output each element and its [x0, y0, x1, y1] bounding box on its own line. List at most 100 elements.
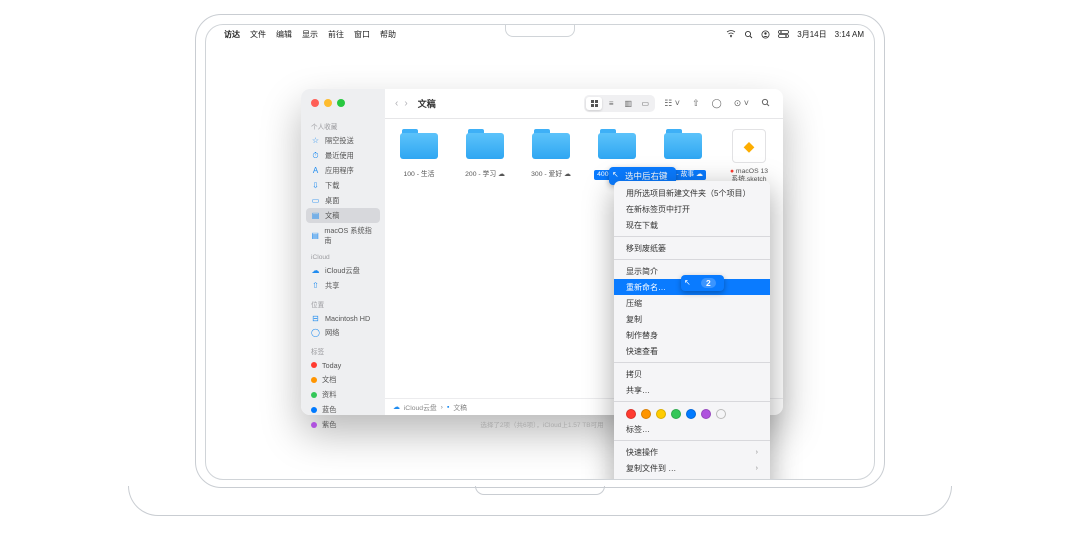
view-list-button[interactable]: ≡ — [603, 97, 619, 110]
window-controls — [301, 97, 385, 115]
tag-color[interactable] — [686, 409, 696, 419]
search-icon[interactable] — [744, 30, 753, 39]
sidebar-item[interactable]: ⇧ 共享 — [301, 278, 385, 293]
sidebar-item[interactable]: ▭桌面 — [301, 193, 385, 208]
sidebar-item-icon: ⊟ — [311, 314, 320, 323]
sidebar-item[interactable]: ⏱最近使用 — [301, 148, 385, 163]
folder-item[interactable]: 300 - 爱好 ☁︎ — [525, 129, 577, 181]
tag-button[interactable]: ◯ — [709, 98, 725, 109]
wifi-icon[interactable] — [726, 30, 736, 38]
path-root[interactable]: iCloud云盘 — [404, 402, 437, 412]
menu-window[interactable]: 窗口 — [354, 29, 370, 40]
share-button[interactable]: ⇧ — [689, 98, 703, 109]
search-button[interactable] — [758, 98, 773, 109]
context-menu-item[interactable]: 快速操作› — [614, 444, 770, 460]
tag-color[interactable] — [701, 409, 711, 419]
tag-color[interactable] — [626, 409, 636, 419]
context-menu-item[interactable]: 复制文件到 …› — [614, 460, 770, 476]
tag-color[interactable] — [641, 409, 651, 419]
context-menu-item[interactable]: 压缩 — [614, 295, 770, 311]
tag-dot-icon — [311, 362, 317, 368]
tag-color[interactable] — [656, 409, 666, 419]
tag-dot-icon — [311, 377, 317, 383]
view-gallery-button[interactable]: ▭ — [637, 97, 653, 110]
app-menu[interactable]: 访达 — [224, 29, 240, 40]
sidebar-item-label: Macintosh HD — [325, 314, 370, 323]
file-item[interactable]: ● macOS 13 系统.sketch — [723, 129, 775, 186]
menubar-time[interactable]: 3:14 AM — [835, 30, 864, 39]
folder-name: 200 - 学习 ☁︎ — [462, 170, 508, 180]
folder-icon — [532, 129, 570, 159]
view-column-button[interactable]: ▥ — [620, 97, 636, 110]
action-button[interactable]: ⊙ ˅ — [731, 98, 752, 109]
folder-icon — [664, 129, 702, 159]
menu-go[interactable]: 前往 — [328, 29, 344, 40]
sidebar-item[interactable]: ▤文稿 — [306, 208, 380, 223]
path-folder-icon: ▪ — [447, 404, 449, 411]
sidebar-head-icloud: iCloud — [301, 252, 385, 263]
context-menu-item[interactable]: 标签… — [614, 421, 770, 437]
sidebar-item-label: 蓝色 — [322, 405, 336, 415]
sidebar-item-label: 下载 — [325, 181, 339, 191]
sidebar-item[interactable]: ☆隔空投送 — [301, 133, 385, 148]
back-button[interactable]: ‹ — [395, 98, 398, 109]
sidebar-item[interactable]: ⇩ 下载 — [301, 178, 385, 193]
view-icon-button[interactable] — [586, 97, 602, 110]
context-menu-item[interactable]: 拷贝 — [614, 366, 770, 382]
user-icon[interactable] — [761, 30, 770, 39]
sidebar-item-label: 共享 — [325, 281, 339, 291]
context-menu-item[interactable]: 现在下载 — [614, 217, 770, 233]
step-number: 2 — [701, 278, 716, 288]
context-menu-item[interactable]: 用所选项目新建文件夹（5个项目） — [614, 185, 770, 201]
folder-item[interactable]: 200 - 学习 ☁︎ — [459, 129, 511, 181]
sidebar-item-icon: ⇩ — [311, 181, 320, 190]
menu-edit[interactable]: 编辑 — [276, 29, 292, 40]
tag-color[interactable] — [671, 409, 681, 419]
path-cloud-icon: ☁ — [393, 403, 400, 411]
menu-separator — [614, 236, 770, 237]
context-menu-item[interactable]: 快速查看 — [614, 343, 770, 359]
sidebar-item-icon: A — [311, 166, 320, 175]
menu-view[interactable]: 显示 — [302, 29, 318, 40]
context-menu-item[interactable]: 制作替身 — [614, 327, 770, 343]
sidebar-item-label: 网络 — [325, 328, 339, 338]
folder-icon — [400, 129, 438, 159]
sidebar-item[interactable]: A 应用程序 — [301, 163, 385, 178]
laptop-trackpad-notch — [475, 486, 605, 495]
sidebar-item-icon: ⇧ — [311, 281, 320, 290]
context-menu-item[interactable]: 移动文件到 …› — [614, 476, 770, 480]
sidebar-item[interactable]: 资料 — [301, 387, 385, 402]
context-menu-item[interactable]: 在新标签页中打开 — [614, 201, 770, 217]
sidebar-item[interactable]: ⊟ Macintosh HD — [301, 311, 385, 325]
folder-item[interactable]: 100 - 生活 — [393, 129, 445, 181]
sidebar-item-label: 应用程序 — [325, 166, 354, 176]
menu-file[interactable]: 文件 — [250, 29, 266, 40]
sidebar-item[interactable]: ☁iCloud云盘 — [301, 263, 385, 278]
sidebar-item-icon: ☆ — [311, 136, 320, 145]
sidebar-head-locations: 位置 — [301, 297, 385, 311]
group-by-button[interactable]: ☷ ˅ — [661, 98, 683, 109]
sidebar-item[interactable]: Today — [301, 358, 385, 372]
sidebar-item[interactable]: ▤macOS 系统指南 — [301, 223, 385, 248]
maximize-button[interactable] — [337, 99, 345, 107]
forward-button[interactable]: › — [404, 98, 407, 109]
chevron-right-icon: › — [756, 449, 758, 456]
path-current[interactable]: 文稿 — [453, 402, 467, 412]
sidebar-item[interactable]: 文档 — [301, 372, 385, 387]
menu-help[interactable]: 帮助 — [380, 29, 396, 40]
sidebar-item[interactable]: ◯网络 — [301, 325, 385, 340]
close-button[interactable] — [311, 99, 319, 107]
context-menu-item[interactable]: 复制 — [614, 311, 770, 327]
finder-toolbar: ‹ › 文稿 ≡ ▥ ▭ ☷ ˅ ⇧ ◯ ⊙ ˅ — [385, 89, 783, 119]
control-center-icon[interactable] — [778, 30, 789, 38]
sidebar-item[interactable]: 蓝色 — [301, 402, 385, 417]
tag-color[interactable] — [716, 409, 726, 419]
sidebar-item-icon: ☁ — [311, 266, 320, 275]
menu-separator — [614, 401, 770, 402]
context-menu-item[interactable]: 移到废纸篓 — [614, 240, 770, 256]
sidebar-item-label: 文稿 — [325, 211, 339, 221]
minimize-button[interactable] — [324, 99, 332, 107]
sidebar-item-icon: ⏱ — [311, 151, 320, 160]
context-menu-item[interactable]: 共享… — [614, 382, 770, 398]
menubar-date[interactable]: 3月14日 — [797, 29, 826, 40]
